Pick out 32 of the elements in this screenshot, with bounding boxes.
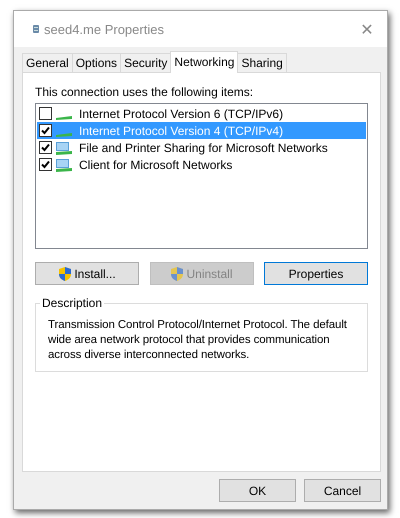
tab[interactable]: Security: [120, 53, 172, 72]
checkbox[interactable]: [39, 141, 52, 154]
network-protocol-icon: [56, 132, 72, 136]
tab[interactable]: Options: [72, 53, 122, 72]
item-label: File and Printer Sharing for Microsoft Networks: [79, 140, 328, 154]
checkbox[interactable]: [39, 158, 52, 171]
checkbox[interactable]: [39, 124, 52, 137]
dialog-button[interactable]: Cancel: [304, 479, 381, 502]
action-button[interactable]: Properties: [264, 262, 368, 285]
group-title: Description: [40, 296, 104, 310]
list-item[interactable]: Client for Microsoft Networks: [37, 156, 366, 173]
action-button[interactable]: Install...: [35, 262, 139, 285]
tab[interactable]: Networking: [170, 51, 238, 73]
window-title: seed4.me Properties: [44, 22, 165, 36]
item-label: Client for Microsoft Networks: [79, 158, 232, 172]
network-protocol-icon: [56, 116, 72, 120]
items-label: This connection uses the following items:: [35, 85, 254, 99]
app-icon: [32, 24, 40, 34]
tab[interactable]: General: [22, 53, 73, 72]
description-text: Transmission Control Protocol/Internet Protocol. The default wide area network protocol that provides communication across diverse interconnected networks.: [48, 318, 348, 363]
shield-icon: [58, 266, 72, 282]
computer-network-icon: [55, 158, 73, 172]
dialog-button[interactable]: OK: [219, 479, 296, 502]
computer-network-icon: [55, 140, 73, 154]
tab[interactable]: Sharing: [237, 53, 287, 72]
checkbox[interactable]: [39, 107, 52, 120]
item-label: Internet Protocol Version 4 (TCP/IPv4): [79, 124, 284, 138]
shield-icon: [170, 266, 184, 282]
list-item[interactable]: Internet Protocol Version 6 (TCP/IPv6): [37, 105, 366, 122]
close-button[interactable]: ✕: [347, 14, 387, 44]
list-item[interactable]: File and Printer Sharing for Microsoft Networks: [37, 139, 366, 156]
item-label: Internet Protocol Version 6 (TCP/IPv6): [79, 106, 284, 120]
